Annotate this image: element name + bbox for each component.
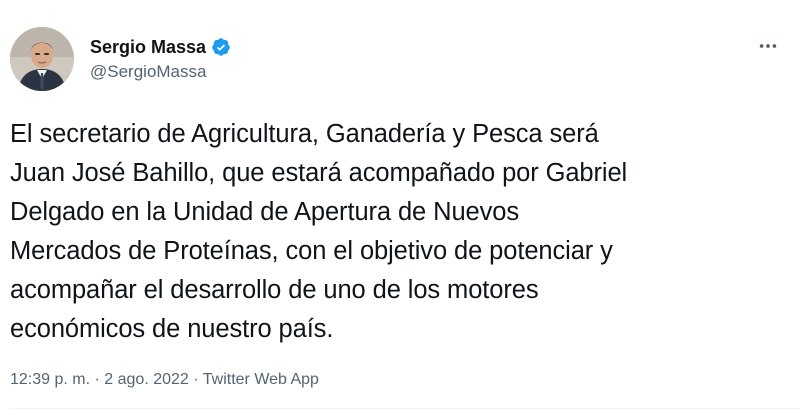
tweet-text-line: El secretario de Agricultura, Ganadería … <box>10 120 599 148</box>
more-horizontal-icon <box>759 44 777 48</box>
verified-badge-icon[interactable] <box>211 37 231 57</box>
tweet-text-line: Delgado en la Unidad de Apertura de Nuev… <box>10 198 519 226</box>
tweet-text-line: económicos de nuestro país. <box>10 315 334 343</box>
name-row: Sergio Massa <box>90 35 231 59</box>
avatar-image <box>10 27 74 91</box>
tweet-metadata: 12:39 p. m. · 2 ago. 2022 · Twitter Web … <box>10 369 319 391</box>
tweet-text-line: Juan José Bahillo, que estará acompañado… <box>10 159 628 187</box>
more-options-button[interactable] <box>754 32 782 60</box>
tweet-text-line: acompañar el desarrollo de uno de los mo… <box>10 276 539 304</box>
tweet-text-line: Mercados de Proteínas, con el objetivo d… <box>10 237 613 265</box>
tweet-source: Twitter Web App <box>202 371 319 388</box>
avatar[interactable] <box>10 27 74 91</box>
meta-separator: · <box>193 371 199 388</box>
display-name[interactable]: Sergio Massa <box>90 35 206 59</box>
top-edge <box>0 0 800 12</box>
tweet-author: Sergio Massa @SergioMassa <box>90 35 231 84</box>
tweet-text: El secretario de Agricultura, Ganadería … <box>10 115 792 349</box>
meta-separator: · <box>94 371 100 388</box>
tweet-time[interactable]: 12:39 p. m. <box>10 371 90 388</box>
divider <box>10 408 800 409</box>
tweet-date[interactable]: 2 ago. 2022 <box>104 371 189 388</box>
handle[interactable]: @SergioMassa <box>90 60 231 84</box>
